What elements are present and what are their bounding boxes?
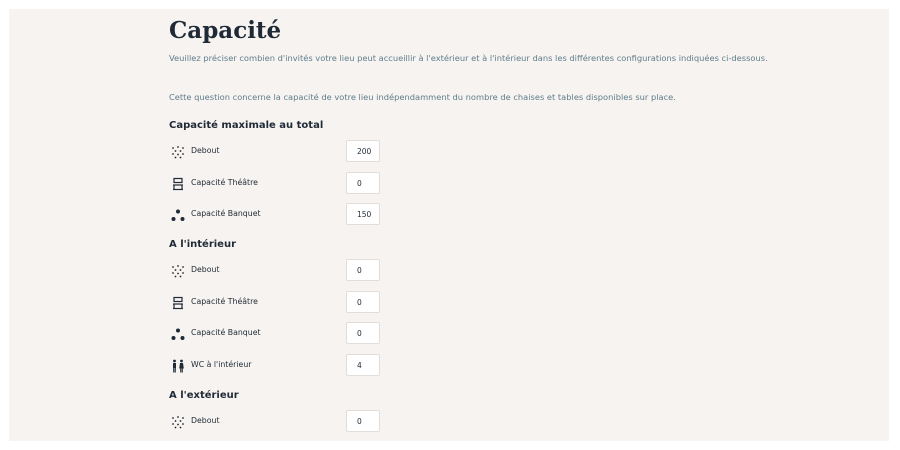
indoor-banquet-input[interactable] (346, 322, 380, 344)
row-label: Capacité Banquet (191, 209, 261, 218)
total-theatre-input[interactable] (346, 172, 380, 194)
section-title-outdoor: A l'extérieur (169, 390, 239, 401)
capacity-row-total-standing: Debout (169, 140, 389, 164)
indoor-theatre-input[interactable] (346, 291, 380, 313)
restroom-icon (173, 359, 184, 373)
row-label: Capacité Théâtre (191, 178, 258, 187)
row-label: Capacité Banquet (191, 328, 261, 337)
banquet-table-icon (171, 328, 185, 340)
theatre-chair-icon (173, 177, 183, 191)
capacity-row-indoor-wc: WC à l'intérieur (169, 354, 389, 378)
capacity-row-indoor-banquet: Capacité Banquet (169, 322, 389, 346)
capacity-row-total-banquet: Capacité Banquet (169, 203, 389, 227)
description-note: Cette question concerne la capacité de v… (169, 92, 676, 102)
indoor-standing-input[interactable] (346, 259, 380, 281)
section-title-total: Capacité maximale au total (169, 120, 324, 131)
indoor-wc-input[interactable] (346, 354, 380, 376)
capacity-row-indoor-standing: Debout (169, 259, 389, 283)
row-label: Debout (191, 265, 220, 274)
capacity-row-outdoor-standing: Debout (169, 410, 389, 434)
page-title: Capacité (169, 17, 282, 44)
theatre-chair-icon (173, 296, 183, 310)
total-standing-input[interactable] (346, 140, 380, 162)
standing-dots-icon (172, 416, 184, 429)
banquet-table-icon (171, 209, 185, 221)
row-label: Debout (191, 146, 220, 155)
row-label: Debout (191, 416, 220, 425)
capacity-row-indoor-theatre: Capacité Théâtre (169, 291, 389, 315)
standing-dots-icon (172, 146, 184, 159)
row-label: WC à l'intérieur (191, 360, 252, 369)
outdoor-standing-input[interactable] (346, 410, 380, 432)
section-title-indoor: A l'intérieur (169, 239, 237, 250)
description-text: Veuillez préciser combien d'invités votr… (169, 53, 768, 63)
standing-dots-icon (172, 265, 184, 278)
total-banquet-input[interactable] (346, 203, 380, 225)
capacity-panel: Capacité Veuillez préciser combien d'inv… (9, 9, 889, 441)
capacity-row-total-theatre: Capacité Théâtre (169, 172, 389, 196)
row-label: Capacité Théâtre (191, 297, 258, 306)
